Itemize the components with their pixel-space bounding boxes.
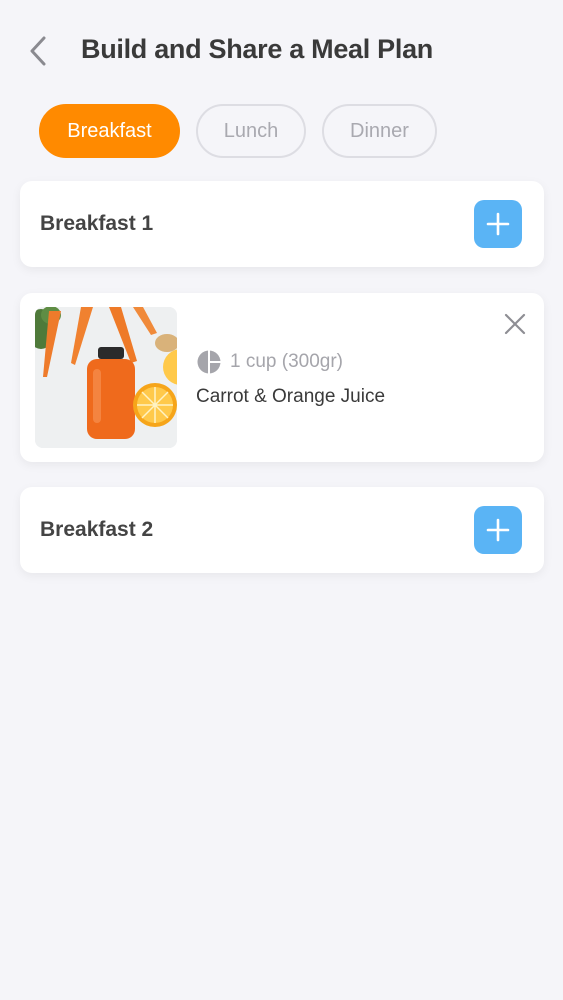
plus-icon (486, 212, 510, 236)
portion-text: 1 cup (300gr) (230, 351, 344, 372)
page-title: Build and Share a Meal Plan (81, 34, 433, 64)
meal-title: Breakfast 2 (40, 518, 154, 541)
pie-chart-icon (197, 350, 221, 374)
remove-food-button[interactable] (502, 311, 528, 337)
food-item-card[interactable]: 1 cup (300gr) Carrot & Orange Juice (20, 293, 544, 462)
tab-dinner[interactable]: Dinner (322, 104, 437, 158)
meal-tabs: Breakfast Lunch Dinner (39, 104, 437, 158)
meal-card-breakfast-1: Breakfast 1 (20, 181, 544, 267)
food-image (35, 307, 177, 448)
chevron-left-icon (30, 36, 46, 66)
meal-card-breakfast-2: Breakfast 2 (20, 487, 544, 573)
add-food-button[interactable] (474, 200, 522, 248)
back-button[interactable] (22, 32, 58, 72)
tab-lunch[interactable]: Lunch (196, 104, 306, 158)
plus-icon (486, 518, 510, 542)
portion-info: 1 cup (300gr) (196, 349, 343, 375)
meal-title: Breakfast 1 (40, 212, 154, 235)
tab-breakfast[interactable]: Breakfast (39, 104, 180, 158)
food-name: Carrot & Orange Juice (196, 386, 386, 407)
add-food-button[interactable] (474, 506, 522, 554)
header: Build and Share a Meal Plan (0, 0, 563, 104)
close-icon (504, 313, 526, 335)
